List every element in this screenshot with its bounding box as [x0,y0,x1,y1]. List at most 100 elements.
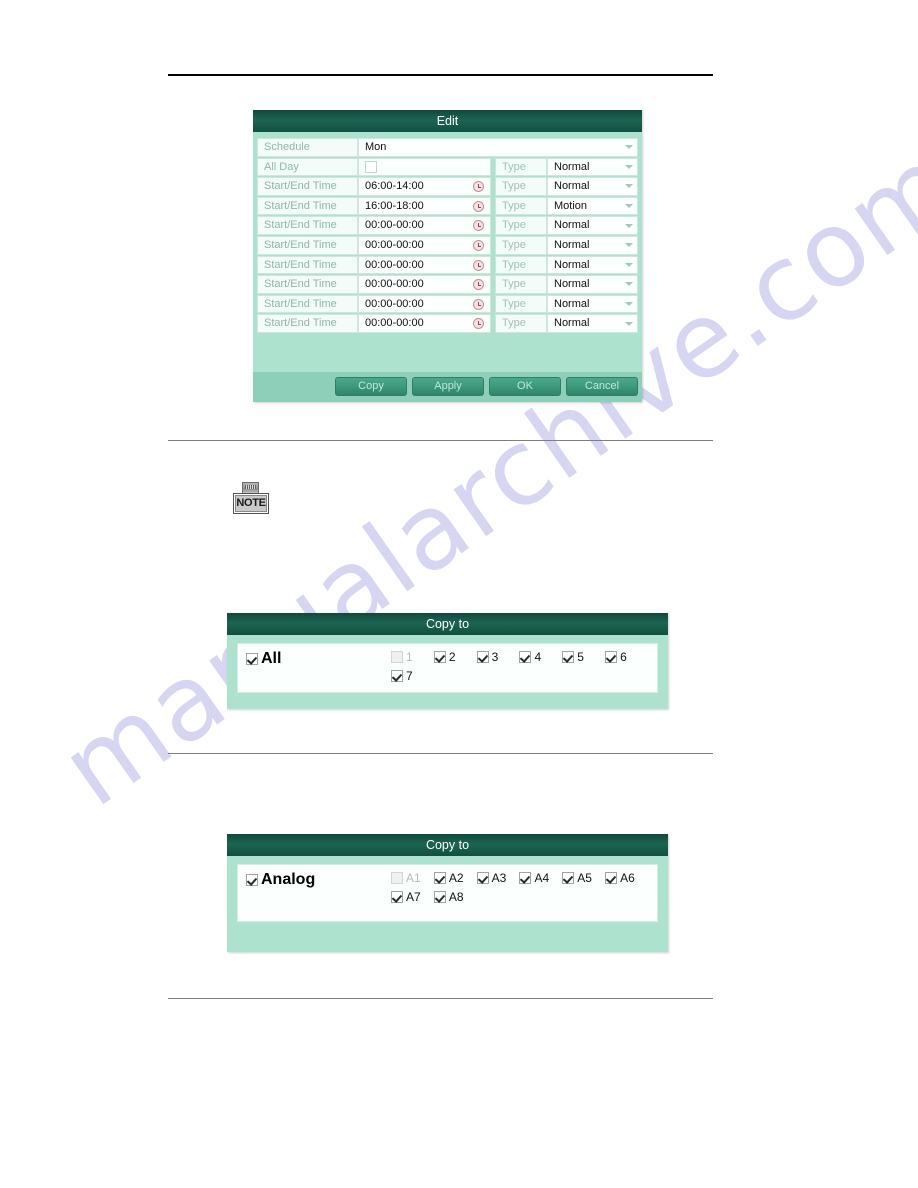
all-day-type-value: Normal [554,160,590,173]
time-row-label: Start/End Time [257,196,358,216]
all-day-type-select[interactable]: Normal [547,157,638,177]
copy-button[interactable]: Copy [335,377,407,396]
channel-item[interactable]: 3 [476,650,520,664]
analog-channel-checkbox[interactable] [519,872,532,884]
time-row-type-label: Type [495,314,547,333]
copy-to-analog-all[interactable]: Analog [246,871,391,889]
copy-to-dialog-channels: Copy to All 1 2 3 4 5 6 7 [227,613,668,709]
analog-channel-checkbox[interactable] [391,891,403,903]
time-row-type-select[interactable]: Normal [547,275,638,294]
channel-item[interactable]: 4 [519,650,562,664]
channel-item[interactable]: 2 [433,650,477,664]
clock-icon[interactable] [473,298,484,310]
schedule-select[interactable]: Mon [358,138,638,157]
clock-icon[interactable] [473,259,484,271]
analog-channel-item[interactable]: A7 [391,890,434,904]
clock-icon[interactable] [473,318,484,330]
copy-to-analog-title: Copy to [227,834,668,856]
time-row-input[interactable]: 00:00-00:00 [358,255,491,275]
time-row-type-select[interactable]: Motion [547,196,638,216]
clock-icon[interactable] [473,200,484,212]
time-row-type-label: Type [495,275,547,294]
analog-channel-checkbox[interactable] [476,872,489,884]
time-row-type-select[interactable]: Normal [547,294,638,314]
time-row-type-value: Normal [554,219,590,232]
ok-button[interactable]: OK [489,377,561,396]
channel-checkbox [391,651,403,663]
time-row-type-select[interactable]: Normal [547,255,638,275]
copy-to-channels-all[interactable]: All [246,650,391,668]
analog-channel-item[interactable]: A5 [562,871,605,885]
channel-label: 5 [577,650,584,664]
channel-item[interactable]: 6 [605,650,648,664]
time-row-input[interactable]: 00:00-00:00 [358,235,491,255]
analog-channel-label: A7 [406,890,421,904]
analog-channel-item[interactable]: A3 [476,871,520,885]
channel-item[interactable]: 7 [391,669,434,683]
time-row-type-label: Type [495,177,547,196]
analog-channel-label: A4 [534,871,550,885]
analog-channel-item[interactable]: A4 [519,871,562,885]
checkbox-analog[interactable] [246,874,258,886]
time-row-value: 06:00-14:00 [365,180,424,193]
copy-to-channels-panel: All 1 2 3 4 5 6 7 [237,643,658,693]
channel-checkbox[interactable] [433,651,446,663]
channel-checkbox[interactable] [519,651,532,663]
time-row-value: 00:00-00:00 [365,297,424,310]
time-row-type-select[interactable]: Normal [547,314,638,333]
time-row: Start/End Time 00:00-00:00 Type Normal [257,255,638,275]
time-row-input[interactable]: 00:00-00:00 [358,216,491,235]
all-day-checkbox[interactable] [365,160,377,173]
section-rule-1 [168,440,713,441]
analog-channel-item[interactable]: A6 [605,871,648,885]
analog-channel-item[interactable]: A2 [433,871,477,885]
time-row-input[interactable]: 00:00-00:00 [358,294,491,314]
edit-dialog: Edit Schedule Mon All Day Type Normal St… [253,110,642,402]
analog-channel-item[interactable]: A8 [433,890,477,904]
analog-channel-checkbox[interactable] [605,872,618,884]
clock-icon[interactable] [473,181,484,193]
time-row-input[interactable]: 06:00-14:00 [358,177,491,196]
cancel-button[interactable]: Cancel [566,377,638,396]
edit-dialog-body: Schedule Mon All Day Type Normal Start/E… [253,132,642,356]
time-row-input[interactable]: 16:00-18:00 [358,196,491,216]
section-rule-2 [168,753,713,754]
chevron-down-icon [625,243,633,248]
copy-to-channels-grid: All 1 2 3 4 5 6 7 [246,650,649,688]
analog-channel-checkbox[interactable] [433,872,446,884]
time-row-type-select[interactable]: Normal [547,177,638,196]
clock-icon[interactable] [473,239,484,251]
checkbox-all[interactable] [246,653,258,665]
channel-checkbox[interactable] [605,651,618,663]
clock-icon[interactable] [473,220,484,232]
time-row-label: Start/End Time [257,255,358,275]
note-icon: NOTE [233,482,269,516]
time-row-value: 00:00-00:00 [365,317,424,330]
analog-channel-checkbox [391,872,403,884]
section-rule-3 [168,998,713,999]
time-row-type-select[interactable]: Normal [547,216,638,235]
analog-channel-checkbox[interactable] [562,872,575,884]
apply-button[interactable]: Apply [412,377,484,396]
channel-checkbox[interactable] [562,651,575,663]
time-row-type-select[interactable]: Normal [547,235,638,255]
channel-item[interactable]: 5 [562,650,605,664]
time-row-type-value: Motion [554,199,588,212]
checkbox-all-label: All [261,650,282,667]
analog-channel-label: A3 [491,871,507,885]
channel-checkbox[interactable] [476,651,489,663]
time-row-type-label: Type [495,294,547,314]
all-day-checkbox-cell[interactable] [358,157,491,177]
analog-channel-checkbox[interactable] [433,891,446,903]
time-row-type-label: Type [495,235,547,255]
copy-to-dialog-analog: Copy to Analog A1 A2 A3 A4 A5 A6 A7 A8 [227,834,668,952]
analog-channel-label: A2 [448,871,464,885]
analog-channel-label: A5 [577,871,592,885]
time-row-input[interactable]: 00:00-00:00 [358,275,491,294]
page-header-rule [168,74,713,76]
copy-to-channels-body: All 1 2 3 4 5 6 7 [227,635,668,703]
channel-checkbox[interactable] [391,670,403,682]
time-row-input[interactable]: 00:00-00:00 [358,314,491,333]
time-rows-container: Start/End Time 06:00-14:00 Type Normal Start… [257,177,638,333]
clock-icon[interactable] [473,279,484,291]
